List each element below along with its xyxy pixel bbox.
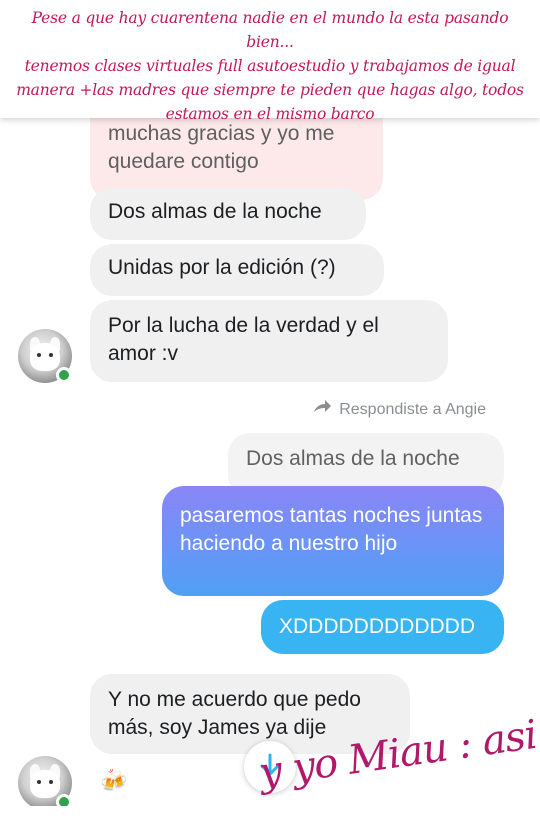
beer-emoji-reaction[interactable]: 🍻 (100, 768, 127, 794)
caption-line: Pese a que hay cuarentena nadie en el mu… (31, 9, 509, 51)
dog-eye-shape (49, 780, 53, 784)
caption-line: manera +las madres que siempre te pieden… (16, 81, 524, 99)
message-text: Unidas por la edición (?) (108, 256, 336, 279)
dog-eye-shape (37, 780, 41, 784)
overlay-caption: Pese a que hay cuarentena nadie en el mu… (0, 0, 540, 123)
reply-label-text: Respondiste a Angie (339, 400, 486, 418)
dog-head-shape (30, 770, 60, 798)
message-bubble[interactable]: XDDDDDDDDDDDD (261, 600, 504, 654)
caption-line: tenemos clases virtuales full asutoestud… (24, 57, 516, 75)
message-bubble[interactable]: pasaremos tantas noches juntas haciendo … (162, 486, 504, 596)
message-text: Y no me acuerdo que pedo más, soy James … (108, 688, 361, 739)
message-text: Por la lucha de la verdad y el amor :v (108, 314, 379, 365)
message-text: pasaremos tantas noches juntas haciendo … (180, 504, 483, 555)
reply-context-label: Respondiste a Angie (313, 400, 486, 419)
reply-arrow-icon (313, 400, 332, 419)
dog-eye-shape (37, 353, 41, 357)
message-bubble[interactable]: Unidas por la edición (?) (90, 244, 384, 296)
message-text: XDDDDDDDDDDDD (279, 615, 475, 638)
dog-eye-shape (49, 353, 53, 357)
message-text: Dos almas de la noche (108, 200, 322, 223)
online-status-indicator (56, 367, 72, 383)
message-bubble[interactable]: Dos almas de la noche (90, 188, 366, 240)
dog-head-shape (30, 343, 60, 371)
message-text: Dos almas de la noche (246, 447, 460, 470)
message-bubble[interactable]: Por la lucha de la verdad y el amor :v (90, 300, 448, 382)
message-text: muchas gracias y yo me quedare contigo (108, 122, 335, 173)
caption-line: estamos en el mismo barco (165, 105, 375, 123)
